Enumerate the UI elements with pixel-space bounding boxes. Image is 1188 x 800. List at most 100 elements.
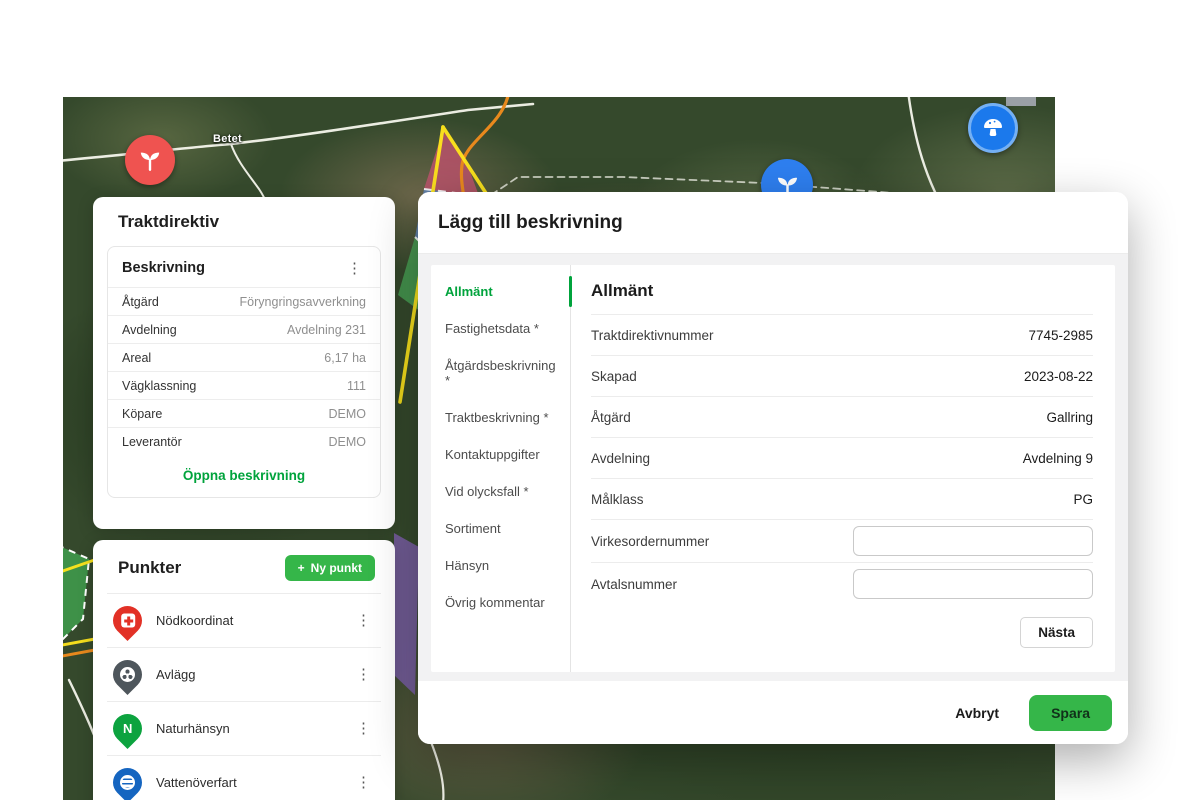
point-label: Nödkoordinat bbox=[156, 613, 233, 628]
form-row: Virkesordernummer bbox=[591, 519, 1093, 562]
row-value: 111 bbox=[347, 379, 366, 393]
seedling-icon bbox=[137, 147, 163, 173]
kebab-menu-icon[interactable]: ⋮ bbox=[352, 721, 375, 736]
open-description-link[interactable]: Öppna beskrivning bbox=[108, 455, 380, 497]
next-button[interactable]: Nästa bbox=[1020, 617, 1093, 648]
nav-label: Åtgärdsbeskrivning * bbox=[445, 358, 556, 388]
nav-item-vid-olycksfall[interactable]: Vid olycksfall * bbox=[431, 473, 570, 510]
description-row: Leverantör DEMO bbox=[108, 427, 380, 455]
field-value: 2023-08-22 bbox=[1024, 369, 1093, 384]
point-list-item-avlagg[interactable]: Avlägg ⋮ bbox=[107, 647, 381, 701]
app-screen: Betet Traktdirektiv bbox=[0, 0, 1188, 800]
description-row: Avdelning Avdelning 231 bbox=[108, 315, 380, 343]
seedling-marker-red[interactable] bbox=[125, 135, 175, 185]
description-card: Beskrivning ⋮ Åtgärd Föryngringsavverkni… bbox=[107, 246, 381, 498]
row-value: DEMO bbox=[329, 407, 367, 421]
row-value: Avdelning 231 bbox=[287, 323, 366, 337]
field-value: PG bbox=[1073, 492, 1093, 507]
nav-item-traktbeskrivning[interactable]: Traktbeskrivning * bbox=[431, 399, 570, 436]
form-row: Målklass PG bbox=[591, 478, 1093, 519]
map-building bbox=[1006, 97, 1036, 106]
point-list-item-naturhansyn[interactable]: N Naturhänsyn ⋮ bbox=[107, 701, 381, 755]
nav-label: Sortiment bbox=[445, 521, 501, 536]
dialog-title: Lägg till beskrivning bbox=[418, 192, 1128, 254]
point-label: Avlägg bbox=[156, 667, 196, 682]
row-value: DEMO bbox=[329, 435, 367, 449]
nav-label: Kontaktuppgifter bbox=[445, 447, 540, 462]
dialog-section-nav: Allmänt Fastighetsdata * Åtgärdsbeskrivn… bbox=[431, 265, 571, 672]
punkter-title: Punkter bbox=[118, 558, 181, 578]
row-label: Avdelning bbox=[122, 323, 177, 337]
field-label: Virkesordernummer bbox=[591, 534, 709, 549]
field-label: Avtalsnummer bbox=[591, 577, 677, 592]
point-list-item-nodkoordinat[interactable]: Nödkoordinat ⋮ bbox=[107, 593, 381, 647]
field-value: Gallring bbox=[1046, 410, 1093, 425]
row-label: Leverantör bbox=[122, 435, 182, 449]
nav-item-allmant[interactable]: Allmänt bbox=[431, 273, 570, 310]
new-point-label: Ny punkt bbox=[311, 561, 362, 575]
field-label: Skapad bbox=[591, 369, 637, 384]
nav-item-atgardsbeskrivning[interactable]: Åtgärdsbeskrivning * bbox=[431, 347, 570, 399]
point-label: Naturhänsyn bbox=[156, 721, 230, 736]
avtalsnummer-input[interactable] bbox=[853, 569, 1093, 599]
kebab-menu-icon[interactable]: ⋮ bbox=[352, 613, 375, 628]
field-label: Avdelning bbox=[591, 451, 650, 466]
description-row: Areal 6,17 ha bbox=[108, 343, 380, 371]
field-label: Åtgärd bbox=[591, 410, 631, 425]
mushroom-marker[interactable] bbox=[968, 103, 1018, 153]
description-row: Vägklassning 111 bbox=[108, 371, 380, 399]
description-row: Köpare DEMO bbox=[108, 399, 380, 427]
cancel-button[interactable]: Avbryt bbox=[955, 705, 999, 721]
dialog-form: Allmänt Traktdirektivnummer 7745-2985 Sk… bbox=[571, 265, 1115, 672]
emergency-pin-icon bbox=[107, 600, 148, 641]
active-nav-indicator bbox=[569, 276, 572, 307]
nav-label: Allmänt bbox=[445, 284, 493, 299]
nav-label: Fastighetsdata * bbox=[445, 321, 539, 336]
form-row: Traktdirektivnummer 7745-2985 bbox=[591, 314, 1093, 355]
row-label: Areal bbox=[122, 351, 151, 365]
virkesordernummer-input[interactable] bbox=[853, 526, 1093, 556]
logs-pin-icon bbox=[107, 654, 148, 695]
mushroom-icon bbox=[981, 116, 1005, 140]
panel-title: Traktdirektiv bbox=[93, 197, 395, 243]
form-row: Avdelning Avdelning 9 bbox=[591, 437, 1093, 478]
kebab-menu-icon[interactable]: ⋮ bbox=[343, 261, 366, 276]
nature-pin-icon: N bbox=[107, 708, 148, 749]
map-polygon-purple bbox=[394, 533, 419, 695]
nav-item-kontaktuppgifter[interactable]: Kontaktuppgifter bbox=[431, 436, 570, 473]
map-road bbox=[431, 742, 443, 800]
section-title: Allmänt bbox=[591, 281, 1093, 301]
form-row: Åtgärd Gallring bbox=[591, 396, 1093, 437]
row-label: Vägklassning bbox=[122, 379, 196, 393]
row-label: Köpare bbox=[122, 407, 162, 421]
description-row: Åtgärd Föryngringsavverkning bbox=[108, 287, 380, 315]
field-value: Avdelning 9 bbox=[1023, 451, 1093, 466]
nav-item-ovrig-kommentar[interactable]: Övrig kommentar bbox=[431, 584, 570, 621]
row-value: 6,17 ha bbox=[324, 351, 366, 365]
nav-label: Traktbeskrivning * bbox=[445, 410, 549, 425]
nav-label: Hänsyn bbox=[445, 558, 489, 573]
add-description-dialog: Lägg till beskrivning Allmänt Fastighets… bbox=[418, 192, 1128, 744]
water-crossing-pin-icon bbox=[107, 762, 148, 800]
map-place-label: Betet bbox=[213, 133, 242, 145]
nav-item-sortiment[interactable]: Sortiment bbox=[431, 510, 570, 547]
row-value: Föryngringsavverkning bbox=[240, 295, 366, 309]
kebab-menu-icon[interactable]: ⋮ bbox=[352, 667, 375, 682]
point-list-item-vattenoverfart[interactable]: Vattenöverfart ⋮ bbox=[107, 755, 381, 800]
field-label: Traktdirektivnummer bbox=[591, 328, 714, 343]
point-label: Vattenöverfart bbox=[156, 775, 237, 790]
nav-item-fastighetsdata[interactable]: Fastighetsdata * bbox=[431, 310, 570, 347]
kebab-menu-icon[interactable]: ⋮ bbox=[352, 775, 375, 790]
nav-item-hansyn[interactable]: Hänsyn bbox=[431, 547, 570, 584]
plus-icon: + bbox=[298, 561, 305, 575]
nav-label: Vid olycksfall * bbox=[445, 484, 529, 499]
form-row: Skapad 2023-08-22 bbox=[591, 355, 1093, 396]
punkter-panel: Punkter + Ny punkt Nödkoordinat ⋮ Avlägg… bbox=[93, 540, 395, 800]
save-button[interactable]: Spara bbox=[1029, 695, 1112, 731]
new-point-button[interactable]: + Ny punkt bbox=[285, 555, 375, 581]
nav-label: Övrig kommentar bbox=[445, 595, 545, 610]
row-label: Åtgärd bbox=[122, 295, 159, 309]
traktdirektiv-panel: Traktdirektiv Beskrivning ⋮ Åtgärd Föryn… bbox=[93, 197, 395, 529]
field-value: 7745-2985 bbox=[1028, 328, 1093, 343]
field-label: Målklass bbox=[591, 492, 644, 507]
